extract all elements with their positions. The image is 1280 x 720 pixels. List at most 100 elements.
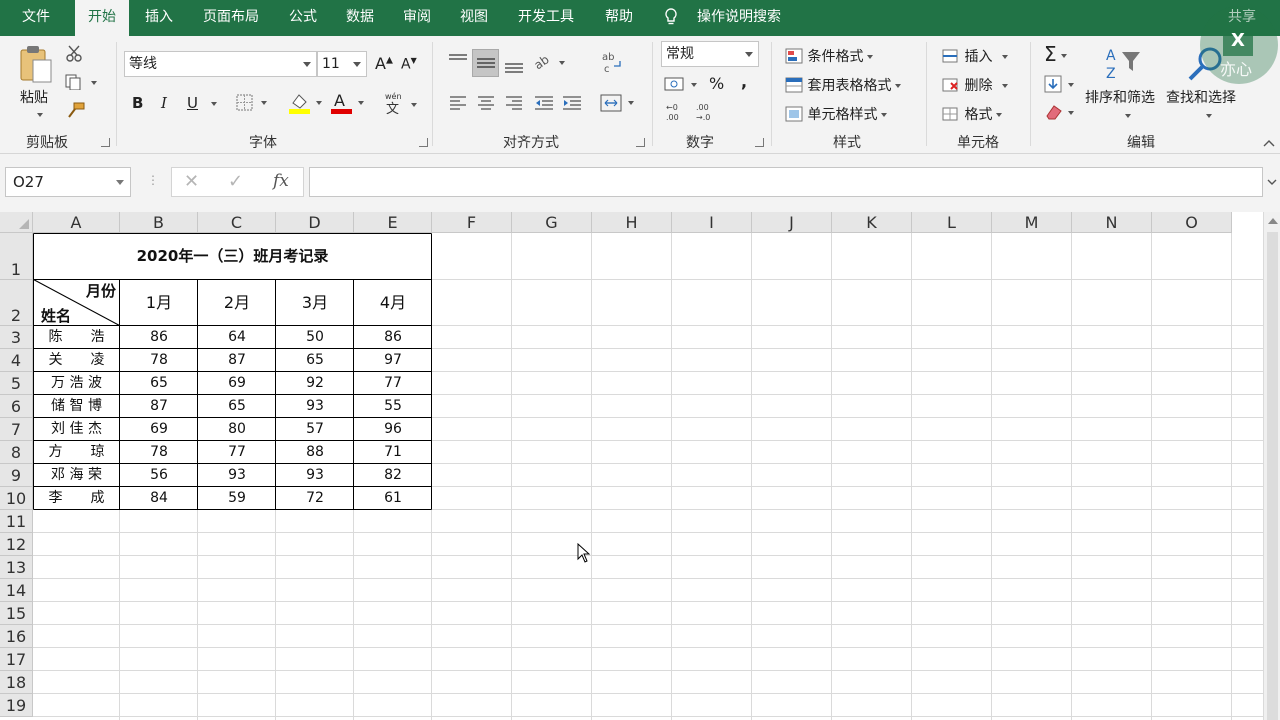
font-name-combo[interactable]: 等线 bbox=[124, 51, 317, 77]
find-select-label[interactable]: 查找和选择 bbox=[1166, 87, 1236, 107]
conditional-format-button[interactable]: 条件格式 bbox=[785, 46, 874, 66]
decimal-adjust-icons[interactable]: ←0.00.00→.0 bbox=[664, 101, 724, 123]
tab-help[interactable]: 帮助 bbox=[594, 0, 644, 36]
menu-tab-bar: 文件 开始 插入 页面布局 公式 数据 审阅 视图 开发工具 帮助 操作说明搜索… bbox=[0, 0, 1280, 36]
tab-review[interactable]: 审阅 bbox=[392, 0, 442, 36]
collapse-ribbon-icon[interactable] bbox=[1262, 138, 1276, 148]
svg-text:.00: .00 bbox=[696, 103, 709, 112]
merge-center-icon[interactable] bbox=[599, 92, 639, 114]
formula-buttons: ✕ ✓ fx bbox=[171, 167, 304, 197]
separator bbox=[926, 42, 927, 146]
italic-icon[interactable]: I bbox=[161, 94, 167, 112]
cell-styles-label: 单元格样式 bbox=[807, 107, 878, 123]
svg-text:c: c bbox=[604, 64, 610, 74]
fill-down-icon[interactable] bbox=[1044, 74, 1078, 94]
excel-window: 文件 开始 插入 页面布局 公式 数据 审阅 视图 开发工具 帮助 操作说明搜索… bbox=[0, 0, 1280, 720]
svg-text:.00: .00 bbox=[666, 113, 679, 122]
cut-icon[interactable] bbox=[65, 45, 85, 63]
alignment-launcher[interactable] bbox=[636, 138, 645, 147]
format-painter-icon[interactable] bbox=[66, 102, 86, 120]
tab-developer[interactable]: 开发工具 bbox=[506, 0, 586, 36]
top-align-icon[interactable] bbox=[446, 51, 472, 73]
more-options-icon[interactable]: ⋮ bbox=[147, 173, 159, 187]
percent-style-button[interactable]: % bbox=[709, 74, 724, 93]
decrease-font-icon[interactable]: A▼ bbox=[401, 56, 417, 73]
lightbulb-icon bbox=[665, 8, 677, 25]
vertical-scrollbar[interactable] bbox=[1263, 212, 1280, 720]
paste-icon[interactable] bbox=[18, 44, 54, 84]
tab-home[interactable]: 开始 bbox=[75, 0, 129, 36]
font-color-icon[interactable]: A bbox=[330, 91, 368, 115]
sort-filter-dropdown[interactable] bbox=[1125, 114, 1131, 118]
format-as-table-button[interactable]: 套用表格格式 bbox=[785, 75, 902, 95]
svg-text:文: 文 bbox=[386, 102, 399, 117]
scroll-thumb[interactable] bbox=[1267, 232, 1278, 720]
alignment-group-label: 对齐方式 bbox=[503, 135, 559, 151]
worksheet-grid[interactable]: ABCDEFGHIJKLMNO 1 2 3 4 5 6 7 8 9 10 11 12 13 14 15 16 1… bbox=[0, 212, 1280, 720]
number-launcher[interactable] bbox=[755, 138, 764, 147]
number-group-label: 数字 bbox=[686, 135, 714, 151]
ribbon-home: 粘贴 剪贴板 等线 11 A▲ A▼ B I U A wén 文 字体 ab ab… bbox=[0, 6, 1280, 154]
separator bbox=[1030, 42, 1031, 146]
indent-icons[interactable] bbox=[533, 94, 583, 112]
underline-icon[interactable]: U bbox=[187, 94, 198, 112]
wrap-text-icon[interactable]: abc bbox=[600, 50, 624, 74]
enter-icon[interactable]: ✓ bbox=[228, 171, 243, 192]
paste-dropdown[interactable] bbox=[37, 113, 43, 117]
table-borders bbox=[33, 233, 432, 510]
sort-filter-label[interactable]: 排序和筛选 bbox=[1085, 87, 1155, 107]
chevron-down-icon bbox=[353, 62, 361, 67]
cells-group-label: 单元格 bbox=[957, 135, 999, 151]
orientation-icon[interactable]: ab bbox=[532, 50, 568, 72]
font-size-value: 11 bbox=[322, 56, 340, 72]
clipboard-launcher[interactable] bbox=[101, 138, 110, 147]
copy-icon[interactable] bbox=[65, 74, 99, 90]
comma-style-button[interactable]: , bbox=[741, 72, 747, 91]
clear-icon[interactable] bbox=[1044, 102, 1078, 122]
cell-styles-button[interactable]: 单元格样式 bbox=[785, 104, 888, 124]
paste-label[interactable]: 粘贴 bbox=[20, 87, 48, 107]
number-format-combo[interactable]: 常规 bbox=[661, 41, 759, 67]
bottom-align-icon[interactable] bbox=[502, 54, 526, 76]
tab-formulas[interactable]: 公式 bbox=[278, 0, 328, 36]
phonetic-icon[interactable]: wén文 bbox=[383, 91, 423, 117]
format-cells-button[interactable]: 格式 bbox=[942, 104, 1003, 124]
expand-formula-icon[interactable] bbox=[1266, 177, 1278, 187]
middle-align-button[interactable] bbox=[472, 49, 499, 77]
find-select-dropdown[interactable] bbox=[1206, 114, 1212, 118]
clipboard-group-label: 剪贴板 bbox=[26, 135, 68, 151]
font-size-combo[interactable]: 11 bbox=[317, 51, 367, 77]
tab-insert[interactable]: 插入 bbox=[134, 0, 184, 36]
phonetic-pinyin: wén bbox=[385, 91, 402, 101]
increase-font-icon[interactable]: A▲ bbox=[375, 54, 393, 73]
svg-text:←0: ←0 bbox=[666, 103, 678, 112]
name-box[interactable]: O27 bbox=[5, 167, 131, 197]
tab-file[interactable]: 文件 bbox=[8, 0, 64, 36]
tab-view[interactable]: 视图 bbox=[449, 0, 499, 36]
svg-text:ab: ab bbox=[532, 52, 552, 72]
separator bbox=[432, 42, 433, 146]
autosum-icon[interactable]: Σ bbox=[1044, 42, 1067, 66]
scroll-up-icon[interactable] bbox=[1268, 218, 1278, 224]
bold-icon[interactable]: B bbox=[132, 94, 143, 112]
separator bbox=[652, 42, 653, 146]
delete-cells-button[interactable]: 删除 bbox=[942, 75, 1009, 95]
insert-cells-button[interactable]: 插入 bbox=[942, 46, 1009, 66]
tab-data[interactable]: 数据 bbox=[335, 0, 385, 36]
fill-color-icon[interactable] bbox=[288, 91, 326, 115]
formula-input[interactable] bbox=[309, 167, 1263, 197]
font-launcher[interactable] bbox=[419, 138, 428, 147]
cancel-icon[interactable]: ✕ bbox=[184, 171, 199, 192]
underline-dropdown[interactable] bbox=[211, 102, 217, 106]
watermark-text: 亦心 bbox=[1220, 60, 1253, 79]
tab-page-layout[interactable]: 页面布局 bbox=[192, 0, 270, 36]
format-cells-icon bbox=[942, 107, 958, 121]
name-box-value: O27 bbox=[13, 173, 44, 191]
borders-icon[interactable] bbox=[236, 94, 270, 112]
insert-function-icon[interactable]: fx bbox=[273, 171, 289, 191]
font-name-value: 等线 bbox=[129, 56, 157, 72]
currency-format-icon[interactable] bbox=[663, 74, 701, 94]
sort-filter-icon[interactable]: AZ bbox=[1104, 46, 1144, 82]
svg-text:A: A bbox=[334, 91, 345, 110]
svg-text:A: A bbox=[1106, 48, 1116, 64]
